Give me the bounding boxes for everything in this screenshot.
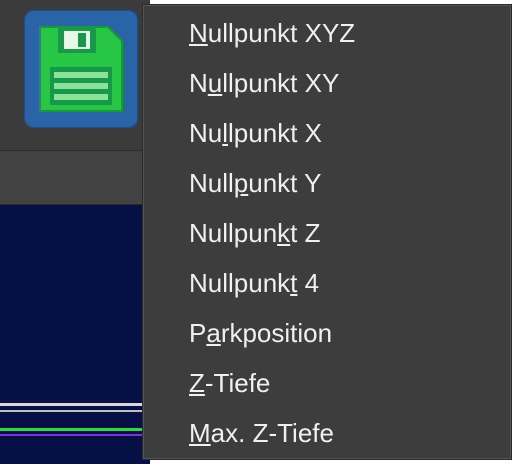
menu-item-label: -Tiefe <box>204 368 271 398</box>
menu-item-label: llpunkt XY <box>222 68 340 98</box>
menu-item-mnemonic: Z <box>189 368 205 398</box>
menu-item-nullpunkt-y[interactable]: Nullpunkt Y <box>189 163 322 203</box>
app-window: Nullpunkt XYZ Nullpunkt XY Nullpunkt X N… <box>0 0 517 464</box>
save-button[interactable] <box>24 10 138 128</box>
menu-item-label: lpunkt X <box>228 118 322 148</box>
menu-item-mnemonic: M <box>189 418 211 448</box>
menu-item-nullpunkt-xy[interactable]: Nullpunkt XY <box>189 63 339 103</box>
menu-item-mnemonic: u <box>207 68 223 98</box>
menu-item-mnemonic: p <box>233 168 249 198</box>
menu-item-label: 4 <box>297 268 320 298</box>
plot-area <box>0 205 150 464</box>
menu-item-label: Nullpunk <box>189 268 291 298</box>
menu-item-label: Null <box>189 168 234 198</box>
menu-item-label: t Z <box>290 218 321 248</box>
menu-item-mnemonic: k <box>277 218 291 248</box>
secondary-toolbar <box>0 150 150 205</box>
menu-item-label: unkt Y <box>248 168 322 198</box>
menu-item-z-tiefe[interactable]: Z-Tiefe <box>189 363 270 403</box>
plot-line-purple <box>0 434 150 436</box>
menu-item-parkposition[interactable]: Parkposition <box>189 313 332 353</box>
menu-item-nullpunkt-z[interactable]: Nullpunkt Z <box>189 213 321 253</box>
menu-item-max-z-tiefe[interactable]: Max. Z-Tiefe <box>189 413 334 453</box>
menu-item-label: N <box>189 68 208 98</box>
menu-item-mnemonic: a <box>206 318 221 348</box>
plot-line-green <box>0 428 150 431</box>
menu-item-nullpunkt-4[interactable]: Nullpunkt 4 <box>189 263 319 303</box>
menu-item-label: rkposition <box>220 318 333 348</box>
context-menu: Nullpunkt XYZ Nullpunkt XY Nullpunkt X N… <box>142 4 512 460</box>
menu-item-nullpunkt-x[interactable]: Nullpunkt X <box>189 113 322 153</box>
menu-item-mnemonic: N <box>189 18 208 48</box>
menu-item-label: P <box>189 318 207 348</box>
window-edge <box>512 0 517 464</box>
menu-item-nullpunkt-xyz[interactable]: Nullpunkt XYZ <box>189 13 355 53</box>
menu-item-label: Nullpun <box>189 218 278 248</box>
menu-item-label: ullpunkt XYZ <box>207 18 356 48</box>
menu-item-label: ax. Z-Tiefe <box>210 418 334 448</box>
plot-line-white <box>0 403 150 406</box>
plot-line-gray <box>0 410 150 412</box>
menu-item-label: Nu <box>189 118 223 148</box>
